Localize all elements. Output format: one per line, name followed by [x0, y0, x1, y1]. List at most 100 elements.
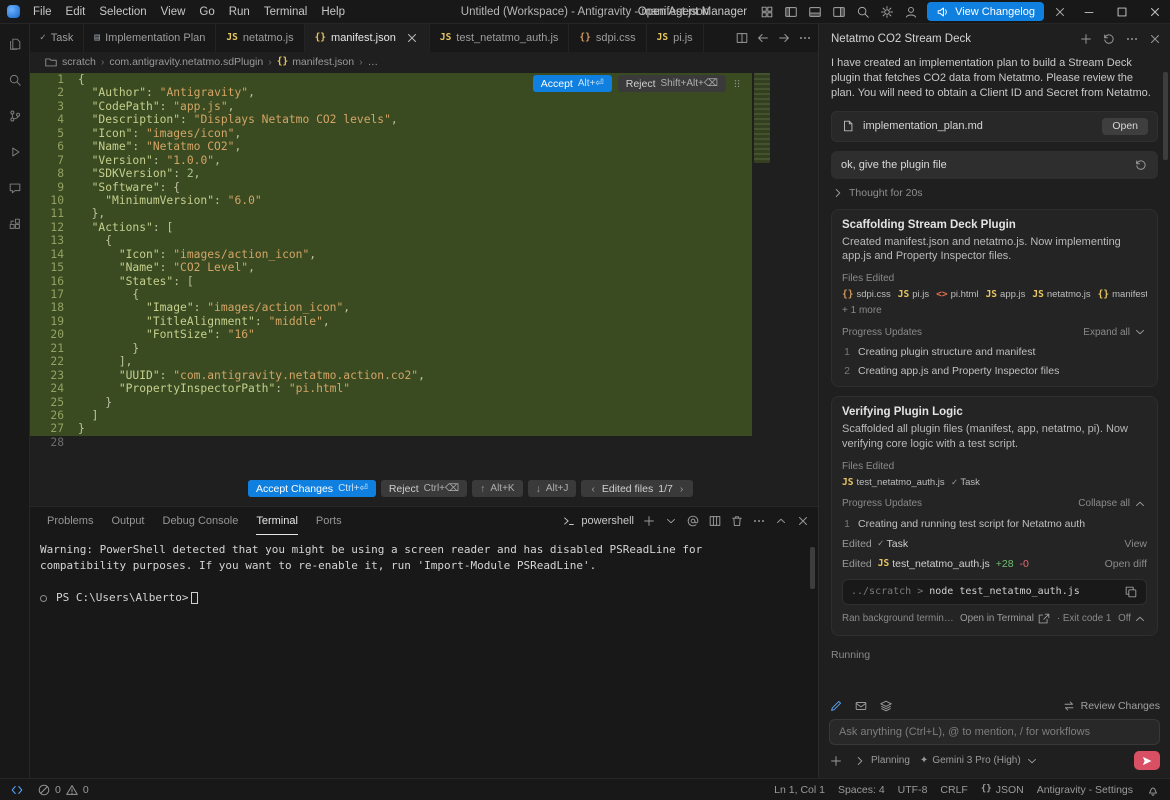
minimap[interactable]	[754, 73, 770, 163]
extensions-icon[interactable]	[3, 212, 27, 236]
panel-right-icon[interactable]	[828, 2, 850, 22]
search-icon[interactable]	[3, 68, 27, 92]
breadcrumb-item[interactable]: {}manifest.json	[277, 56, 354, 68]
source-control-icon[interactable]	[3, 104, 27, 128]
explorer-icon[interactable]	[3, 32, 27, 56]
model-selector[interactable]: ✦ Gemini 3 Pro (High)	[920, 754, 1039, 768]
view-button[interactable]: View	[1124, 538, 1147, 550]
file-chip[interactable]: <>pi.html	[936, 289, 978, 300]
file-chip[interactable]: JSapp.js	[986, 289, 1026, 300]
code-editor[interactable]: 1{2 "Author": "Antigravity",3 "CodePath"…	[30, 71, 818, 448]
dismiss-changelog-icon[interactable]	[1049, 2, 1071, 22]
panel-more-icon[interactable]	[752, 514, 766, 528]
remote-icon[interactable]	[10, 783, 24, 797]
menu-terminal[interactable]: Terminal	[257, 6, 314, 18]
restore-checkpoint-icon[interactable]	[1134, 158, 1148, 172]
language-mode-status[interactable]: {} JSON	[981, 784, 1024, 796]
edit-file-icon[interactable]	[829, 699, 843, 713]
plan-file-card[interactable]: implementation_plan.md Open	[831, 111, 1158, 142]
minimize-button[interactable]	[1074, 0, 1104, 24]
menu-edit[interactable]: Edit	[59, 6, 93, 18]
navigate-back-icon[interactable]	[756, 31, 770, 45]
split-terminal-icon[interactable]	[708, 514, 722, 528]
terminal-dropdown-icon[interactable]	[664, 514, 678, 528]
next-change-button[interactable]: ↓Alt+J	[528, 480, 577, 497]
breadcrumb[interactable]: scratch›com.antigravity.netatmo.sdPlugin…	[30, 52, 818, 71]
panel-left-icon[interactable]	[780, 2, 802, 22]
tab-implementation-plan[interactable]: ▤Implementation Plan	[84, 24, 216, 52]
file-chip[interactable]: JSpi.js	[898, 289, 929, 300]
close-panel-icon[interactable]	[796, 514, 810, 528]
search-icon[interactable]	[852, 2, 874, 22]
open-in-terminal-link[interactable]: Open in Terminal	[960, 612, 1051, 626]
account-icon[interactable]	[900, 2, 922, 22]
tab-test-netatmo-auth-js[interactable]: JStest_netatmo_auth.js	[430, 24, 570, 52]
cursor-position-status[interactable]: Ln 1, Col 1	[774, 784, 825, 796]
terminal-scrollbar[interactable]	[810, 547, 815, 589]
auto-run-toggle[interactable]: Off	[1118, 612, 1147, 626]
maximize-button[interactable]	[1107, 0, 1137, 24]
settings-status[interactable]: Antigravity - Settings	[1037, 784, 1133, 796]
new-conversation-icon[interactable]	[1079, 32, 1093, 46]
panel-tab-problems[interactable]: Problems	[47, 507, 93, 535]
more-actions-icon[interactable]	[798, 31, 812, 45]
eol-status[interactable]: CRLF	[940, 784, 967, 796]
tab-task[interactable]: ✓Task	[30, 24, 84, 52]
shell-selector[interactable]: powershell	[562, 514, 634, 528]
edited-file-row[interactable]: Edited ✓Task View	[842, 538, 1147, 550]
tab-pi-js[interactable]: JSpi.js	[647, 24, 704, 52]
maximize-panel-icon[interactable]	[774, 514, 788, 528]
send-button[interactable]	[1134, 751, 1160, 770]
collapse-all-button[interactable]: Collapse all	[1078, 497, 1147, 511]
at-icon[interactable]	[686, 514, 700, 528]
file-chip[interactable]: ✓Task	[952, 477, 980, 488]
edited-file-row[interactable]: Edited JStest_netatmo_auth.js +28 -0 Ope…	[842, 558, 1147, 570]
problems-status[interactable]: 0 0	[37, 783, 89, 797]
drag-handle-icon[interactable]	[732, 77, 742, 90]
previous-change-button[interactable]: ↑Alt+K	[472, 480, 522, 497]
menu-view[interactable]: View	[154, 6, 193, 18]
agent-scrollbar[interactable]	[1163, 72, 1168, 160]
menu-help[interactable]: Help	[314, 6, 352, 18]
panel-tab-ports[interactable]: Ports	[316, 507, 342, 535]
terminal[interactable]: Warning: PowerShell detected that you mi…	[30, 535, 818, 778]
review-changes-button[interactable]: Review Changes	[1062, 699, 1160, 713]
menu-go[interactable]: Go	[192, 6, 221, 18]
tab-manifest-json[interactable]: {}manifest.json	[305, 24, 430, 52]
split-editor-icon[interactable]	[735, 31, 749, 45]
accept-changes-button[interactable]: Accept ChangesCtrl+⏎	[248, 480, 376, 497]
panel-tab-output[interactable]: Output	[111, 507, 144, 535]
panel-tab-debug-console[interactable]: Debug Console	[163, 507, 239, 535]
agent-input[interactable]	[829, 719, 1160, 745]
bell-icon[interactable]	[1146, 783, 1160, 797]
kill-terminal-icon[interactable]	[730, 514, 744, 528]
file-chip[interactable]: {}manifest.json	[1098, 289, 1147, 300]
gear-icon[interactable]	[876, 2, 898, 22]
breadcrumb-item[interactable]: com.antigravity.netatmo.sdPlugin	[109, 56, 263, 68]
file-chip[interactable]: {}sdpi.css	[842, 289, 891, 300]
agent-more-icon[interactable]	[1125, 32, 1139, 46]
view-changelog-button[interactable]: View Changelog	[927, 2, 1044, 21]
edited-files-navigator[interactable]: ‹Edited files1/7›	[581, 480, 693, 497]
accept-button[interactable]: AcceptAlt+⏎	[533, 75, 612, 92]
history-icon[interactable]	[1102, 32, 1116, 46]
more-files-button[interactable]: + 1 more	[842, 305, 1147, 316]
grid-icon[interactable]	[756, 2, 778, 22]
panel-bottom-icon[interactable]	[804, 2, 826, 22]
layers-icon[interactable]	[879, 699, 893, 713]
expand-all-button[interactable]: Expand all	[1083, 325, 1147, 339]
menu-selection[interactable]: Selection	[92, 6, 153, 18]
copy-icon[interactable]	[1124, 585, 1138, 599]
reject-button[interactable]: RejectShift+Alt+⌫	[618, 75, 726, 92]
panel-tab-terminal[interactable]: Terminal	[256, 507, 298, 535]
encoding-status[interactable]: UTF-8	[898, 784, 928, 796]
menu-file[interactable]: File	[26, 6, 59, 18]
tab-netatmo-js[interactable]: JSnetatmo.js	[216, 24, 304, 52]
breadcrumb-item[interactable]: …	[368, 56, 379, 68]
new-terminal-icon[interactable]	[642, 514, 656, 528]
indentation-status[interactable]: Spaces: 4	[838, 784, 885, 796]
tab-sdpi-css[interactable]: {}sdpi.css	[569, 24, 646, 52]
open-diff-button[interactable]: Open diff	[1105, 558, 1147, 570]
file-chip[interactable]: JSnetatmo.js	[1032, 289, 1090, 300]
run-debug-icon[interactable]	[3, 140, 27, 164]
